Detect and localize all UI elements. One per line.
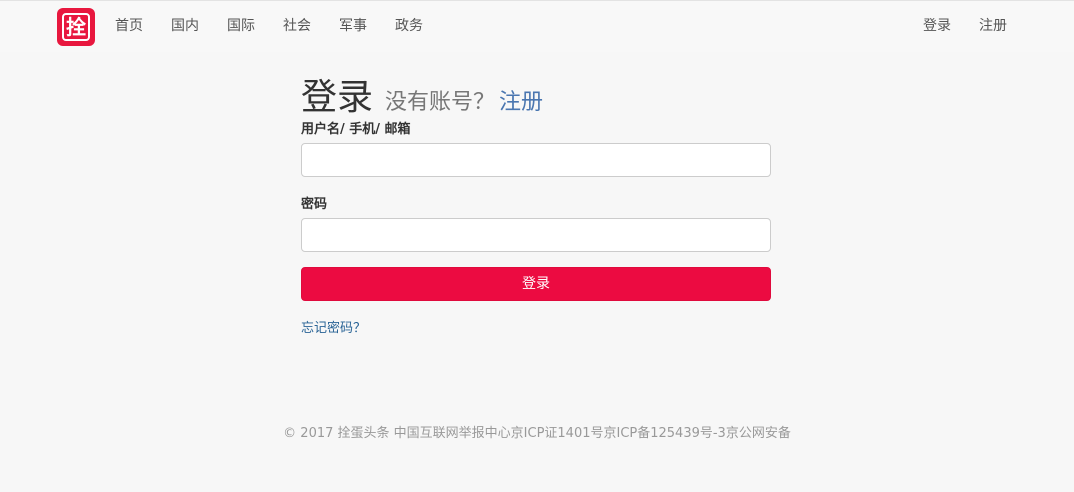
- logo-glyph: 拴: [62, 13, 90, 41]
- register-link[interactable]: 注册: [499, 84, 543, 116]
- nav-item-society[interactable]: 社会: [269, 1, 325, 53]
- nav-item-international[interactable]: 国际: [213, 1, 269, 53]
- password-input[interactable]: [301, 218, 771, 252]
- page-title: 登录: [301, 77, 374, 118]
- nav-item-home[interactable]: 首页: [101, 1, 157, 53]
- nav-register-link[interactable]: 注册: [965, 1, 1021, 53]
- username-label: 用户名/ 手机/ 邮箱: [301, 122, 411, 137]
- login-button[interactable]: 登录: [301, 267, 771, 301]
- password-group: 密码: [301, 195, 771, 252]
- username-input[interactable]: [301, 143, 771, 177]
- nav-item-domestic[interactable]: 国内: [157, 1, 213, 53]
- main-nav: 首页 国内 国际 社会 军事 政务: [101, 1, 437, 53]
- login-heading: 登录 没有账号？ 注册: [301, 62, 771, 120]
- no-account-text: 没有账号？: [385, 90, 496, 115]
- forgot-password-link[interactable]: 忘记密码？: [301, 317, 366, 336]
- top-navbar: 拴 首页 国内 国际 社会 军事 政务 登录 注册: [0, 0, 1074, 52]
- account-nav: 登录 注册: [909, 1, 1021, 53]
- nav-item-military[interactable]: 军事: [325, 1, 381, 53]
- nav-login-link[interactable]: 登录: [909, 1, 965, 53]
- nav-item-government[interactable]: 政务: [381, 1, 437, 53]
- footer-copyright: © 2017 拴蛋头条 中国互联网举报中心京ICP证1401号京ICP备1254…: [283, 426, 791, 441]
- username-group: 用户名/ 手机/ 邮箱: [301, 120, 771, 177]
- login-form: 登录 没有账号？ 注册 用户名/ 手机/ 邮箱 密码 登录 忘记密码？: [301, 62, 771, 336]
- password-label: 密码: [301, 197, 328, 212]
- site-logo[interactable]: 拴: [57, 8, 95, 46]
